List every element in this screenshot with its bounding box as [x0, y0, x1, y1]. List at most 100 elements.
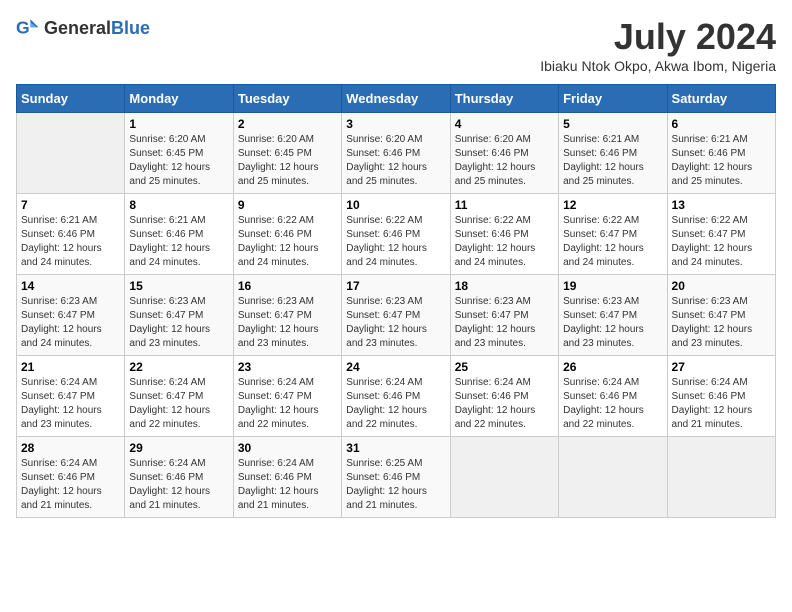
subtitle: Ibiaku Ntok Okpo, Akwa Ibom, Nigeria [540, 58, 776, 74]
weekday-header-monday: Monday [125, 85, 233, 113]
calendar-cell: 6 Sunrise: 6:21 AM Sunset: 6:46 PM Daylig… [667, 113, 775, 194]
day-number: 25 [455, 360, 554, 374]
day-number: 23 [238, 360, 337, 374]
day-number: 11 [455, 198, 554, 212]
day-number: 30 [238, 441, 337, 455]
weekday-header-sunday: Sunday [17, 85, 125, 113]
day-info: Sunrise: 6:24 AM Sunset: 6:47 PM Dayligh… [129, 376, 228, 432]
day-info: Sunrise: 6:21 AM Sunset: 6:46 PM Dayligh… [129, 214, 228, 270]
day-info: Sunrise: 6:23 AM Sunset: 6:47 PM Dayligh… [129, 295, 228, 351]
day-info: Sunrise: 6:24 AM Sunset: 6:46 PM Dayligh… [563, 376, 662, 432]
title-area: July 2024 Ibiaku Ntok Okpo, Akwa Ibom, N… [540, 16, 776, 74]
day-info: Sunrise: 6:24 AM Sunset: 6:46 PM Dayligh… [21, 457, 120, 513]
day-info: Sunrise: 6:21 AM Sunset: 6:46 PM Dayligh… [21, 214, 120, 270]
calendar-week-row: 1Sunrise: 6:20 AM Sunset: 6:45 PM Daylig… [17, 113, 776, 194]
day-info: Sunrise: 6:24 AM Sunset: 6:46 PM Dayligh… [129, 457, 228, 513]
calendar-cell: 31 Sunrise: 6:25 AM Sunset: 6:46 PM Dayli… [342, 437, 450, 518]
main-title: July 2024 [540, 16, 776, 58]
day-info: Sunrise: 6:22 AM Sunset: 6:46 PM Dayligh… [346, 214, 445, 270]
day-number: 19 [563, 279, 662, 293]
calendar-cell [17, 113, 125, 194]
calendar-cell [450, 437, 558, 518]
calendar-week-row: 28 Sunrise: 6:24 AM Sunset: 6:46 PM Dayli… [17, 437, 776, 518]
header: G GeneralBlue July 2024 Ibiaku Ntok Okpo… [16, 16, 776, 74]
calendar-cell: 30 Sunrise: 6:24 AM Sunset: 6:46 PM Dayli… [233, 437, 341, 518]
day-number: 28 [21, 441, 120, 455]
day-info: Sunrise: 6:23 AM Sunset: 6:47 PM Dayligh… [455, 295, 554, 351]
day-info: Sunrise: 6:22 AM Sunset: 6:46 PM Dayligh… [455, 214, 554, 270]
day-info: Sunrise: 6:24 AM Sunset: 6:46 PM Dayligh… [238, 457, 337, 513]
calendar-cell: 18 Sunrise: 6:23 AM Sunset: 6:47 PM Dayli… [450, 275, 558, 356]
weekday-header-wednesday: Wednesday [342, 85, 450, 113]
day-info: Sunrise: 6:23 AM Sunset: 6:47 PM Dayligh… [563, 295, 662, 351]
day-info: Sunrise: 6:24 AM Sunset: 6:46 PM Dayligh… [346, 376, 445, 432]
svg-text:G: G [16, 18, 30, 38]
day-info: Sunrise: 6:21 AM Sunset: 6:46 PM Dayligh… [672, 133, 771, 189]
day-info: Sunrise: 6:24 AM Sunset: 6:46 PM Dayligh… [455, 376, 554, 432]
calendar-cell: 8Sunrise: 6:21 AM Sunset: 6:46 PM Daylig… [125, 194, 233, 275]
calendar-cell: 22 Sunrise: 6:24 AM Sunset: 6:47 PM Dayli… [125, 356, 233, 437]
day-number: 21 [21, 360, 120, 374]
day-number: 3 [346, 117, 445, 131]
day-number: 26 [563, 360, 662, 374]
day-info: Sunrise: 6:23 AM Sunset: 6:47 PM Dayligh… [346, 295, 445, 351]
logo-blue: Blue [111, 18, 150, 38]
day-info: Sunrise: 6:24 AM Sunset: 6:47 PM Dayligh… [238, 376, 337, 432]
day-number: 18 [455, 279, 554, 293]
day-number: 12 [563, 198, 662, 212]
logo-text: GeneralBlue [44, 18, 150, 39]
weekday-header-friday: Friday [559, 85, 667, 113]
day-info: Sunrise: 6:20 AM Sunset: 6:45 PM Dayligh… [238, 133, 337, 189]
calendar-cell: 19 Sunrise: 6:23 AM Sunset: 6:47 PM Dayli… [559, 275, 667, 356]
day-info: Sunrise: 6:24 AM Sunset: 6:47 PM Dayligh… [21, 376, 120, 432]
calendar-cell [667, 437, 775, 518]
day-number: 29 [129, 441, 228, 455]
calendar-cell: 13Sunrise: 6:22 AM Sunset: 6:47 PM Dayli… [667, 194, 775, 275]
calendar-cell: 4 Sunrise: 6:20 AM Sunset: 6:46 PM Daylig… [450, 113, 558, 194]
day-number: 22 [129, 360, 228, 374]
day-info: Sunrise: 6:23 AM Sunset: 6:47 PM Dayligh… [21, 295, 120, 351]
calendar-cell: 17 Sunrise: 6:23 AM Sunset: 6:47 PM Dayli… [342, 275, 450, 356]
calendar-cell: 1Sunrise: 6:20 AM Sunset: 6:45 PM Daylig… [125, 113, 233, 194]
logo: G GeneralBlue [16, 16, 150, 40]
day-number: 9 [238, 198, 337, 212]
calendar-table: SundayMondayTuesdayWednesdayThursdayFrid… [16, 84, 776, 518]
calendar-cell: 12 Sunrise: 6:22 AM Sunset: 6:47 PM Dayli… [559, 194, 667, 275]
day-number: 4 [455, 117, 554, 131]
calendar-cell: 27Sunrise: 6:24 AM Sunset: 6:46 PM Dayli… [667, 356, 775, 437]
calendar-cell: 26 Sunrise: 6:24 AM Sunset: 6:46 PM Dayli… [559, 356, 667, 437]
day-number: 20 [672, 279, 771, 293]
day-number: 27 [672, 360, 771, 374]
calendar-cell: 28 Sunrise: 6:24 AM Sunset: 6:46 PM Dayli… [17, 437, 125, 518]
calendar-cell: 29 Sunrise: 6:24 AM Sunset: 6:46 PM Dayli… [125, 437, 233, 518]
day-info: Sunrise: 6:22 AM Sunset: 6:46 PM Dayligh… [238, 214, 337, 270]
calendar-cell: 2 Sunrise: 6:20 AM Sunset: 6:45 PM Daylig… [233, 113, 341, 194]
calendar-cell: 14Sunrise: 6:23 AM Sunset: 6:47 PM Dayli… [17, 275, 125, 356]
day-number: 10 [346, 198, 445, 212]
day-number: 2 [238, 117, 337, 131]
day-info: Sunrise: 6:25 AM Sunset: 6:46 PM Dayligh… [346, 457, 445, 513]
day-info: Sunrise: 6:22 AM Sunset: 6:47 PM Dayligh… [672, 214, 771, 270]
logo-icon: G [16, 16, 40, 40]
weekday-header-tuesday: Tuesday [233, 85, 341, 113]
calendar-cell [559, 437, 667, 518]
calendar-cell: 21 Sunrise: 6:24 AM Sunset: 6:47 PM Dayli… [17, 356, 125, 437]
day-info: Sunrise: 6:21 AM Sunset: 6:46 PM Dayligh… [563, 133, 662, 189]
day-number: 6 [672, 117, 771, 131]
calendar-cell: 5 Sunrise: 6:21 AM Sunset: 6:46 PM Daylig… [559, 113, 667, 194]
day-number: 17 [346, 279, 445, 293]
day-number: 5 [563, 117, 662, 131]
day-number: 31 [346, 441, 445, 455]
calendar-week-row: 21 Sunrise: 6:24 AM Sunset: 6:47 PM Dayli… [17, 356, 776, 437]
calendar-cell: 7Sunrise: 6:21 AM Sunset: 6:46 PM Daylig… [17, 194, 125, 275]
calendar-week-row: 14Sunrise: 6:23 AM Sunset: 6:47 PM Dayli… [17, 275, 776, 356]
day-number: 16 [238, 279, 337, 293]
day-info: Sunrise: 6:20 AM Sunset: 6:45 PM Dayligh… [129, 133, 228, 189]
day-info: Sunrise: 6:22 AM Sunset: 6:47 PM Dayligh… [563, 214, 662, 270]
day-info: Sunrise: 6:20 AM Sunset: 6:46 PM Dayligh… [455, 133, 554, 189]
calendar-cell: 3Sunrise: 6:20 AM Sunset: 6:46 PM Daylig… [342, 113, 450, 194]
weekday-header-row: SundayMondayTuesdayWednesdayThursdayFrid… [17, 85, 776, 113]
calendar-cell: 10 Sunrise: 6:22 AM Sunset: 6:46 PM Dayli… [342, 194, 450, 275]
calendar-cell: 9 Sunrise: 6:22 AM Sunset: 6:46 PM Daylig… [233, 194, 341, 275]
calendar-cell: 16Sunrise: 6:23 AM Sunset: 6:47 PM Dayli… [233, 275, 341, 356]
